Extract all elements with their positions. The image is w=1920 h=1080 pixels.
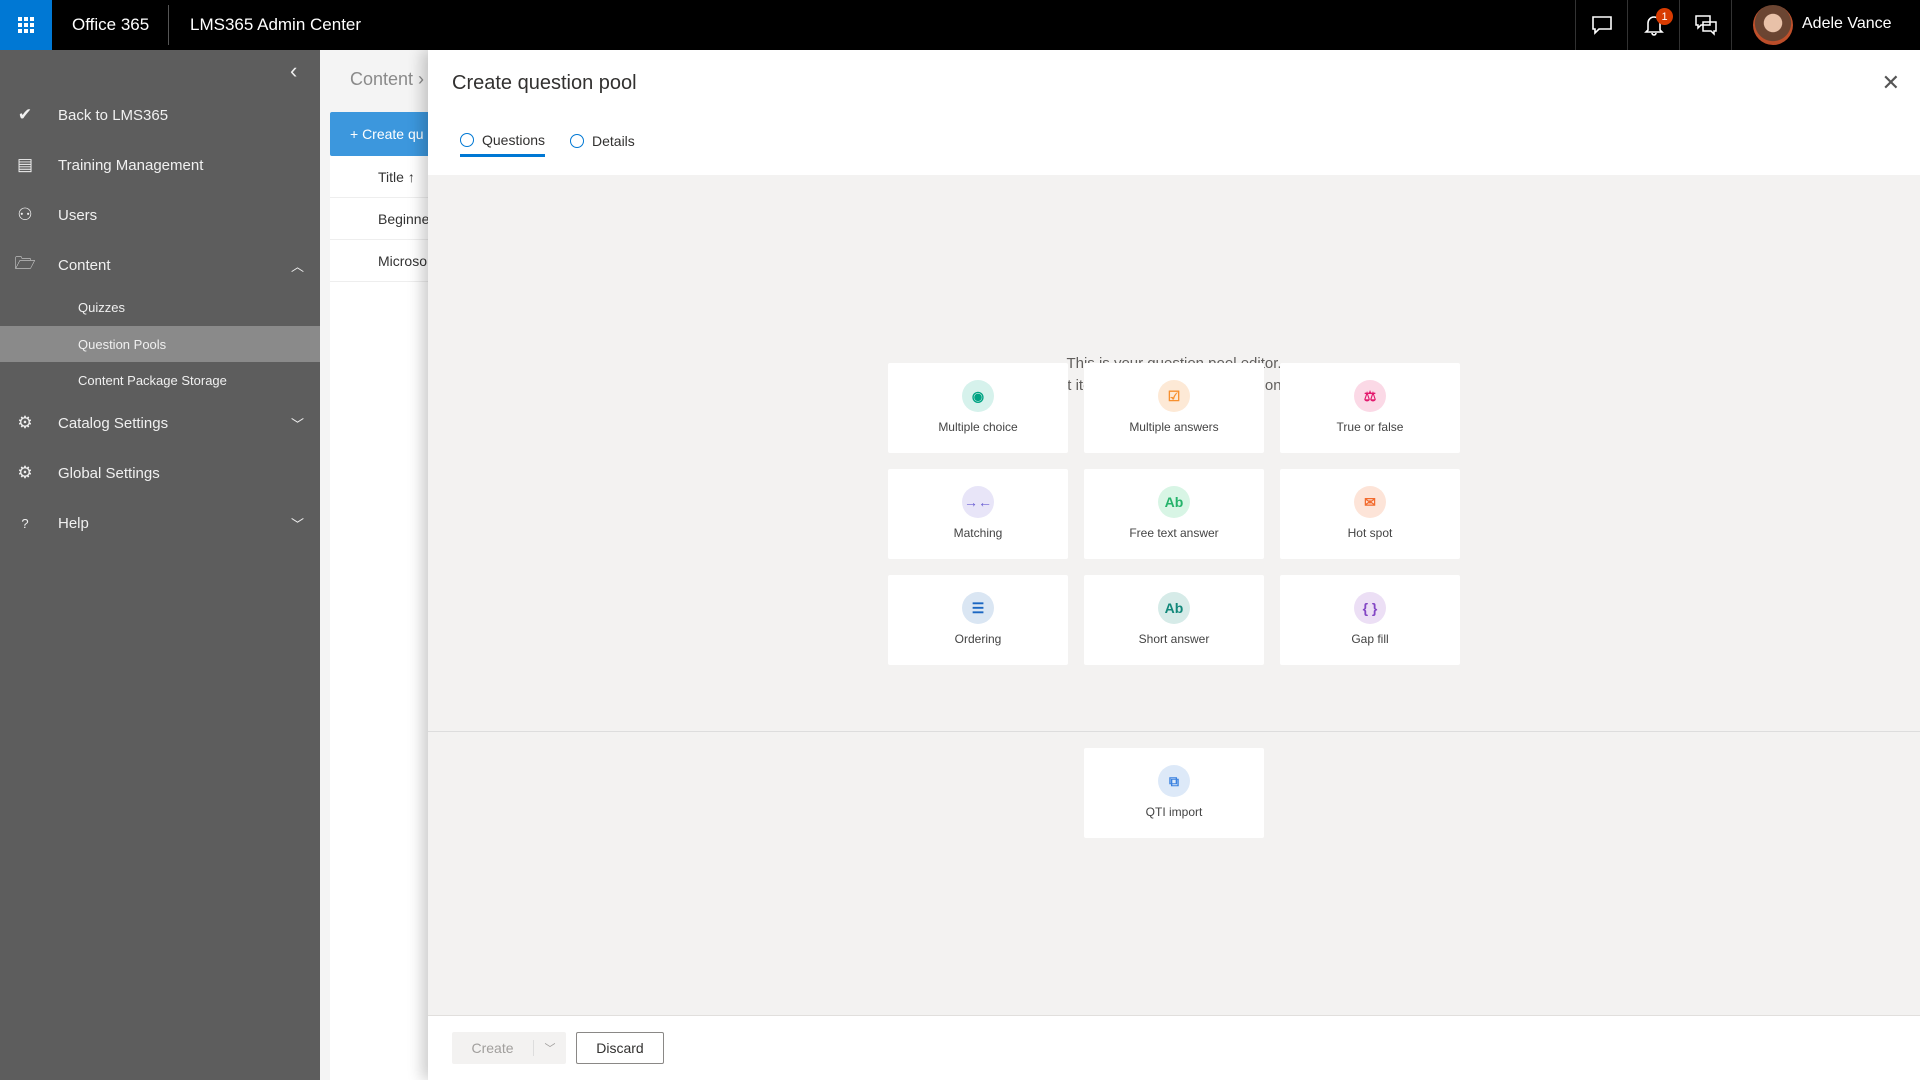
breadcrumb[interactable]: Content ›: [350, 69, 424, 90]
admin-settings-icon: ⚙: [17, 463, 33, 482]
bell-icon[interactable]: 1: [1627, 0, 1679, 50]
short-answer-card[interactable]: Ab Short answer: [1084, 575, 1264, 665]
sidebar-item-label: Catalog Settings: [58, 414, 169, 432]
app-launcher-icon[interactable]: [0, 0, 52, 50]
free-text-answer-icon: Ab: [1158, 486, 1190, 518]
sidebar-item-global-settings[interactable]: ⚙ Global Settings: [0, 448, 320, 498]
tab-label: Details: [592, 133, 635, 149]
chat-icon[interactable]: [1575, 0, 1627, 50]
sidebar-item-catalog-settings[interactable]: ⚙ Catalog Settings ﹀: [0, 398, 320, 448]
panel-footer: Create ﹀ Discard: [428, 1015, 1920, 1080]
multiple-choice-icon: ◉: [962, 380, 994, 412]
tab-details[interactable]: Details: [570, 125, 635, 157]
sidebar-item-label: Content: [58, 256, 111, 274]
true-or-false-icon: ⚖: [1354, 380, 1386, 412]
create-question-pool-panel: Create question pool ✕ Questions Details…: [428, 50, 1920, 1080]
true-or-false-card[interactable]: ⚖ True or false: [1280, 363, 1460, 453]
chevron-up-icon[interactable]: ︿: [291, 256, 304, 275]
card-label: Matching: [953, 526, 1003, 540]
divider: [428, 731, 1920, 732]
step-circle-icon: [570, 134, 584, 148]
sidebar-item-label: Global Settings: [58, 464, 160, 482]
multiple-answers-icon: ☑: [1158, 380, 1190, 412]
card-label: Short answer: [1138, 632, 1210, 646]
chevron-down-icon[interactable]: ﹀: [534, 1040, 566, 1056]
avatar[interactable]: [1753, 5, 1793, 45]
sidebar-item-back[interactable]: ✔ Back to LMS365: [0, 90, 320, 140]
discard-button[interactable]: Discard: [576, 1032, 664, 1064]
sidebar-subitem-content-package-storage[interactable]: Content Package Storage: [0, 362, 320, 398]
list-card: + Create qu Title ↑ Beginne Microso: [330, 112, 428, 1080]
gap-fill-card[interactable]: { } Gap fill: [1280, 575, 1460, 665]
folder-icon: 🗁: [14, 253, 36, 273]
hot-spot-icon: ✉: [1354, 486, 1386, 518]
chevron-down-icon[interactable]: ﹀: [291, 414, 304, 433]
sidebar-item-training[interactable]: ▤ Training Management: [0, 140, 320, 190]
sidebar-item-label: Training Management: [58, 156, 204, 174]
ordering-card[interactable]: ☰ Ordering: [888, 575, 1068, 665]
sidebar-subitem-question-pools[interactable]: Question Pools: [0, 326, 320, 362]
matching-icon: →←: [962, 486, 994, 518]
sidebar-item-users[interactable]: ⚇ Users: [0, 190, 320, 240]
create-question-pool-button[interactable]: + Create qu: [330, 112, 428, 156]
sidebar-item-label: Content Package Storage: [78, 372, 227, 388]
create-button-label: Create: [452, 1040, 534, 1056]
card-label: Hot spot: [1347, 526, 1393, 540]
collapse-chevron-icon[interactable]: ‹: [290, 58, 297, 84]
hot-spot-card[interactable]: ✉ Hot spot: [1280, 469, 1460, 559]
user-name[interactable]: Adele Vance: [1802, 15, 1892, 33]
panel-title: Create question pool: [452, 72, 637, 94]
card-label: Multiple answers: [1129, 420, 1219, 434]
card-label: Ordering: [954, 632, 1002, 646]
sidebar-item-label: Users: [58, 206, 98, 224]
gear-icon: ⚙: [17, 413, 33, 432]
free-text-answer-card[interactable]: Ab Free text answer: [1084, 469, 1264, 559]
lms-check-icon: ✔: [17, 105, 33, 124]
sidebar-item-content[interactable]: 🗁 Content ︿: [0, 240, 320, 290]
card-label: QTI import: [1145, 805, 1203, 819]
column-header-title[interactable]: Title ↑: [330, 156, 428, 198]
notification-badge: 1: [1656, 8, 1673, 25]
multiple-choice-card[interactable]: ◉ Multiple choice: [888, 363, 1068, 453]
question-icon: ?: [21, 515, 29, 531]
matching-card[interactable]: →← Matching: [888, 469, 1068, 559]
sidebar-item-label: Question Pools: [78, 336, 167, 352]
step-circle-icon: [460, 132, 474, 147]
panel-header: Create question pool ✕ Questions Details: [428, 50, 1920, 175]
short-answer-icon: Ab: [1158, 592, 1190, 624]
sidebar-item-label: Quizzes: [78, 299, 125, 315]
sidebar-item-label: Back to LMS365: [58, 106, 169, 124]
card-label: Multiple choice: [938, 420, 1018, 434]
gap-fill-icon: { }: [1354, 592, 1386, 624]
table-row[interactable]: Microso: [330, 240, 428, 282]
sidebar-subitem-quizzes[interactable]: Quizzes: [0, 289, 320, 325]
users-icon: ⚇: [17, 205, 33, 224]
card-label: Free text answer: [1129, 526, 1219, 540]
multiple-answers-card[interactable]: ☑ Multiple answers: [1084, 363, 1264, 453]
document-icon: ▤: [16, 155, 34, 174]
qti-import-card[interactable]: ⧉ QTI import: [1084, 748, 1264, 838]
chevron-down-icon[interactable]: ﹀: [291, 514, 304, 533]
tab-questions[interactable]: Questions: [460, 125, 546, 157]
sidebar-item-help[interactable]: ? Help ﹀: [0, 498, 320, 548]
card-label: Gap fill: [1351, 632, 1389, 646]
divider: [168, 5, 169, 45]
create-button[interactable]: Create ﹀: [452, 1032, 566, 1064]
card-label: True or false: [1336, 420, 1404, 434]
close-icon[interactable]: ✕: [1882, 70, 1900, 96]
app-title: LMS365 Admin Center: [190, 15, 362, 34]
table-row[interactable]: Beginne: [330, 198, 428, 240]
feedback-icon[interactable]: [1679, 0, 1731, 50]
brand[interactable]: Office 365: [72, 15, 149, 35]
qti-import-icon: ⧉: [1158, 765, 1190, 797]
question-pools-page: Content › + Create qu Title ↑ Beginne Mi…: [320, 50, 428, 1080]
sidebar-item-label: Help: [58, 514, 89, 532]
tab-label: Questions: [482, 131, 546, 148]
ordering-icon: ☰: [962, 592, 994, 624]
top-bar: Office 365 LMS365 Admin Center 1 Adele V…: [0, 0, 1920, 50]
sidebar: ‹ ✔ Back to LMS365 ▤ Training Management ⚇…: [0, 50, 320, 1080]
